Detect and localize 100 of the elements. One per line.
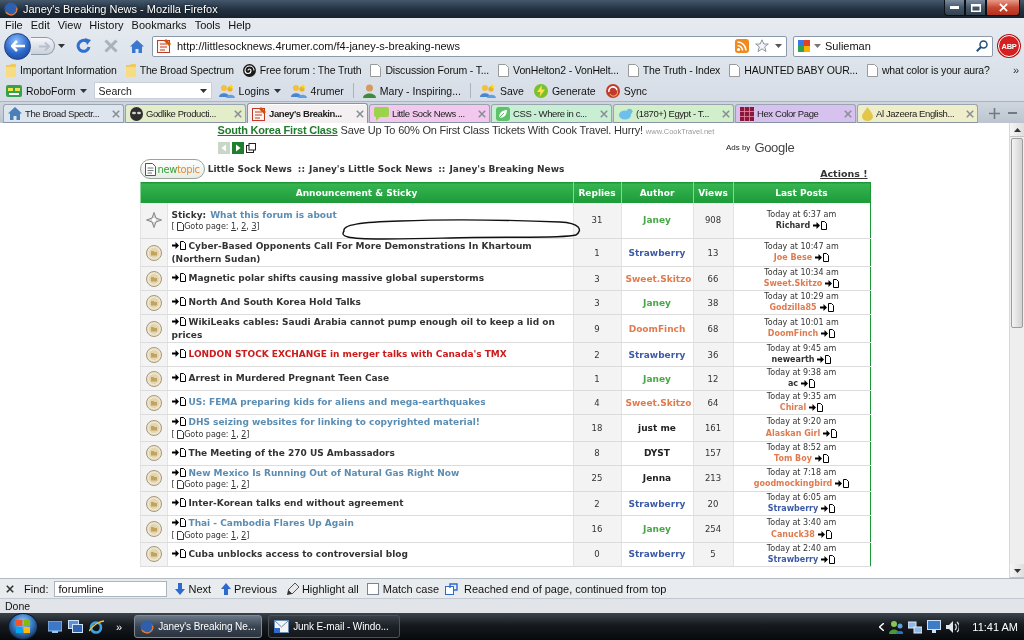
menu-item[interactable]: Tools bbox=[190, 19, 225, 31]
taskbar-button[interactable]: Junk E-mail - Windo... bbox=[268, 615, 401, 638]
minimize-button[interactable] bbox=[944, 0, 965, 16]
menu-item[interactable]: Bookmarks bbox=[127, 19, 191, 31]
address-bar[interactable]: http://littlesocknews.4rumer.com/f4-janey-s-breaking-news bbox=[152, 35, 787, 57]
window-icon[interactable] bbox=[245, 142, 256, 153]
bookmark-item[interactable]: Important Information bbox=[3, 61, 120, 79]
bookmark-item[interactable]: HAUNTED BABY OUR... bbox=[726, 61, 861, 79]
chevron-left-icon[interactable] bbox=[879, 622, 885, 631]
menu-item[interactable]: Help bbox=[224, 19, 255, 31]
quick-launch-button[interactable] bbox=[89, 619, 104, 634]
reload-button[interactable] bbox=[76, 36, 92, 56]
web-search-bar[interactable]: Sulieman bbox=[793, 35, 993, 57]
scrollbar-thumb[interactable] bbox=[1011, 138, 1023, 328]
close-button[interactable] bbox=[986, 0, 1020, 16]
address-input[interactable]: http://littlesocknews.4rumer.com/f4-janey-s-breaking-news bbox=[177, 39, 729, 53]
speaker-icon[interactable] bbox=[946, 620, 960, 633]
match-case-checkbox[interactable] bbox=[366, 582, 379, 595]
bookmark-item[interactable]: what color is your aura? bbox=[863, 61, 993, 79]
topic-title-link[interactable]: North And South Korea Hold Talks bbox=[171, 296, 361, 309]
author-cell[interactable]: Strawberry bbox=[621, 542, 693, 566]
last-post-author[interactable]: Strawberry bbox=[767, 554, 819, 564]
browser-tab[interactable]: Al Jazeera English... bbox=[857, 104, 978, 123]
last-post-author[interactable]: Richard bbox=[775, 221, 811, 230]
breadcrumb-link[interactable]: Janey's Little Sock News bbox=[309, 164, 433, 174]
search-icon[interactable] bbox=[976, 40, 988, 52]
topic-title-link[interactable]: What this forum is about bbox=[210, 208, 337, 221]
topic-title-link[interactable]: The Meeting of the 270 US Ambassadors bbox=[171, 446, 395, 460]
bookmark-item[interactable]: VonHelton2 - VonHelt... bbox=[495, 61, 622, 79]
match-case-label[interactable]: Match case bbox=[382, 582, 439, 595]
menu-item[interactable]: File bbox=[1, 19, 27, 31]
previous-button[interactable]: Previous bbox=[219, 582, 279, 595]
last-post-author[interactable]: ac bbox=[787, 379, 799, 389]
quick-launch-button[interactable] bbox=[68, 620, 83, 633]
actions-link[interactable]: Actions ! bbox=[820, 168, 868, 179]
next-button[interactable]: Next bbox=[173, 582, 214, 595]
maximize-button[interactable] bbox=[965, 0, 986, 16]
more-bookmarks-button[interactable]: » bbox=[1009, 64, 1022, 76]
topic-title-link[interactable]: New Mexico Is Running Out of Natural Gas Right Now bbox=[171, 466, 460, 479]
breadcrumb-link[interactable]: Janey's Breaking News bbox=[449, 164, 565, 174]
browser-tab[interactable]: Godlike Producti... bbox=[125, 104, 246, 123]
back-button[interactable] bbox=[4, 32, 31, 60]
find-field[interactable]: forumline bbox=[54, 580, 168, 597]
toolbar-search-input[interactable]: Search bbox=[98, 83, 197, 98]
last-post-author[interactable]: Strawberry bbox=[767, 504, 819, 514]
browser-tab[interactable]: Hex Color Page bbox=[735, 104, 856, 123]
caret-icon[interactable] bbox=[199, 88, 207, 93]
author-cell[interactable]: Strawberry bbox=[621, 491, 693, 516]
author-cell[interactable]: just me bbox=[621, 414, 693, 441]
toolbar-button[interactable]: 4rumer bbox=[287, 81, 347, 100]
bookmark-item[interactable]: Discussion Forum - T... bbox=[367, 61, 493, 79]
star-icon[interactable] bbox=[755, 39, 769, 53]
author-cell[interactable]: Strawberry bbox=[621, 342, 693, 367]
browser-tab[interactable]: Janey's Breakin... bbox=[247, 103, 368, 123]
network-icon[interactable] bbox=[908, 619, 923, 634]
monitor-icon[interactable] bbox=[927, 620, 942, 633]
ad-link[interactable]: South Korea First Class bbox=[217, 124, 338, 136]
bookmark-item[interactable]: The Truth - Index bbox=[624, 61, 724, 79]
menu-item[interactable]: Edit bbox=[26, 19, 54, 31]
last-post-author[interactable]: newearth bbox=[771, 355, 815, 365]
breadcrumb-link[interactable]: Little Sock News bbox=[207, 164, 292, 174]
topic-title-link[interactable]: US: FEMA preparing kids for aliens and mega-earthquakes bbox=[171, 396, 486, 409]
bookmark-item[interactable]: Free forum : The Truth bbox=[239, 61, 365, 79]
down-arrow-icon[interactable] bbox=[1013, 568, 1021, 573]
people-icon[interactable] bbox=[889, 619, 904, 634]
start-button[interactable] bbox=[8, 613, 38, 640]
topic-title-link[interactable]: Cyber-Based Opponents Call For More Demonstrations In Khartoum (Northern Sudan) bbox=[171, 240, 569, 265]
taskbar-button[interactable]: Janey's Breaking Ne... bbox=[134, 615, 263, 638]
up-arrow-icon[interactable] bbox=[1013, 127, 1021, 132]
browser-tab[interactable]: CSS - Where in c... bbox=[491, 104, 612, 123]
topic-title-link[interactable]: Magnetic polar shifts causing massive global superstorms bbox=[171, 272, 485, 285]
topic-title-link[interactable]: LONDON STOCK EXCHANGE in merger talks with Canada's TMX bbox=[171, 348, 507, 361]
browser-tab[interactable]: (1870+) Egypt - T... bbox=[613, 104, 734, 123]
toolbar-button[interactable]: Sync bbox=[602, 81, 650, 100]
toolbar-button[interactable]: Generate bbox=[530, 81, 599, 100]
topic-title-link[interactable]: Thai - Cambodia Flares Up Again bbox=[171, 517, 354, 530]
toolbar-search-box[interactable]: Search bbox=[93, 82, 212, 99]
author-cell[interactable]: DYST bbox=[621, 441, 693, 465]
topic-title-link[interactable]: Cuba unblocks access to controversial blog bbox=[171, 547, 408, 561]
browser-tab[interactable]: Little Sock News ... bbox=[369, 104, 490, 123]
browser-tab[interactable]: The Broad Spectr... bbox=[3, 104, 124, 123]
menu-item[interactable]: View bbox=[53, 19, 86, 31]
topic-title-link[interactable]: WikiLeaks cables: Saudi Arabia cannot pump enough oil to keep a lid on prices bbox=[171, 316, 569, 341]
highlight-all-button[interactable]: Highlight all bbox=[284, 582, 361, 595]
quick-launch-more[interactable]: » bbox=[110, 620, 129, 633]
toolbar-button[interactable]: Save bbox=[476, 81, 527, 100]
topic-title-link[interactable]: Arrest in Murdered Pregnant Teen Case bbox=[171, 372, 390, 385]
quick-launch-button[interactable] bbox=[48, 620, 62, 633]
plus-icon[interactable] bbox=[989, 107, 1000, 119]
topic-title-link[interactable]: Inter-Korean talks end without agreement bbox=[171, 497, 404, 510]
topic-title-link[interactable]: DHS seizing websites for linking to copyrighted material! bbox=[171, 416, 480, 429]
menu-item[interactable]: History bbox=[85, 19, 128, 31]
toolbar-button[interactable]: Logins bbox=[215, 81, 284, 100]
author-cell[interactable]: Strawberry bbox=[621, 238, 693, 267]
caret-icon[interactable] bbox=[775, 44, 782, 48]
toolbar-button[interactable]: Mary - Inspiring... bbox=[359, 81, 464, 100]
ads-brand[interactable]: Google bbox=[754, 140, 795, 155]
page-link[interactable]: 3 bbox=[251, 222, 257, 231]
scrollbar[interactable] bbox=[1009, 123, 1024, 578]
author-cell[interactable]: Jenna bbox=[621, 465, 693, 492]
